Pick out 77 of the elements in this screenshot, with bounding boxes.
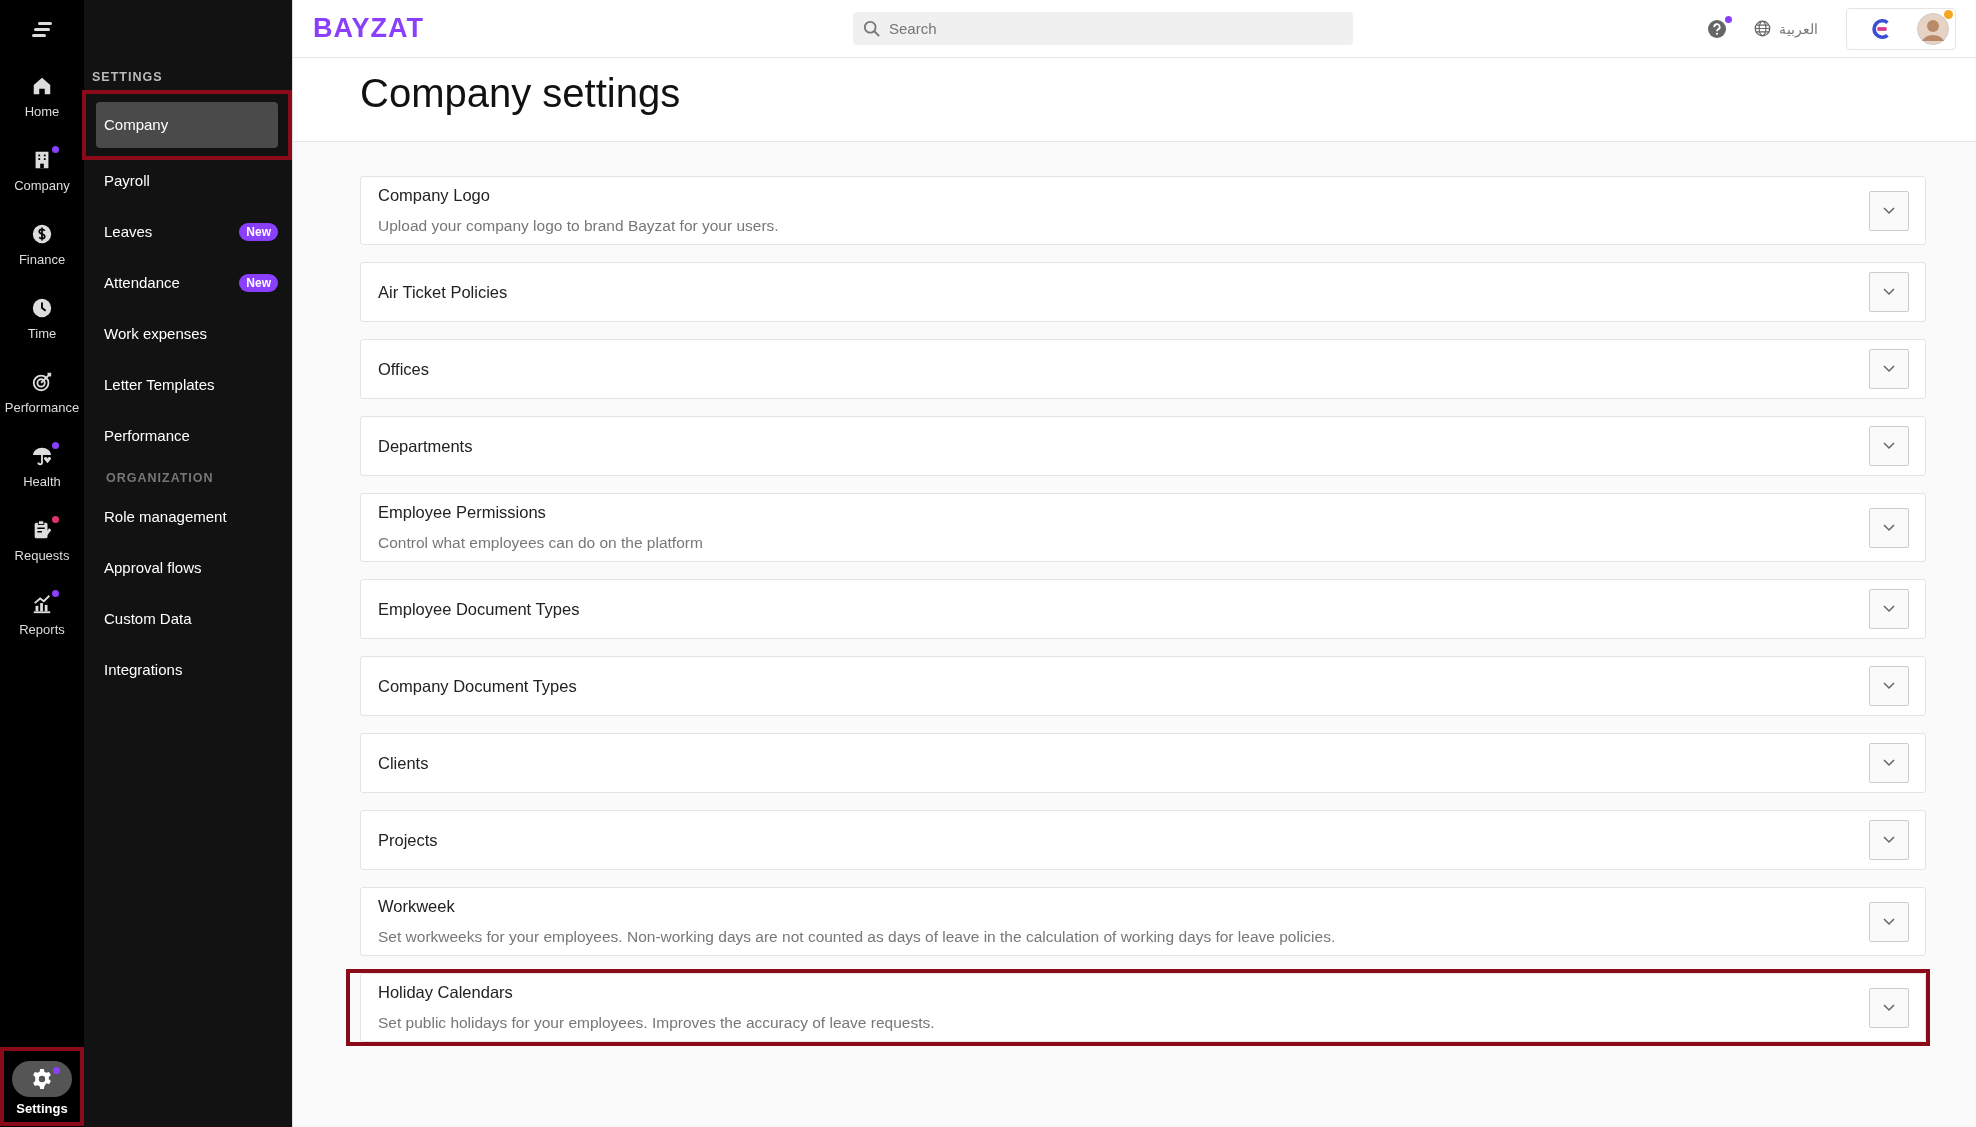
dollar-icon [31, 223, 53, 245]
chevron-icon [1883, 288, 1895, 296]
chevron-icon [1883, 1003, 1895, 1012]
new-badge: New [239, 222, 278, 241]
expand-button[interactable] [1869, 901, 1909, 942]
expand-button[interactable] [1869, 190, 1909, 231]
card-title: Employee Permissions [378, 503, 547, 522]
card-title: Holiday Calendars [378, 983, 514, 1002]
sidebar-item[interactable]: Approval flows [96, 544, 278, 591]
chevron-icon [1883, 523, 1895, 532]
chevron-icon [1883, 206, 1895, 215]
target-icon [31, 371, 53, 393]
card-title: Workweek [378, 897, 456, 916]
card-title: Offices [378, 359, 430, 379]
search-icon [863, 20, 881, 38]
home-icon [31, 75, 53, 97]
chevron-icon [1883, 836, 1895, 844]
chevron-icon [1883, 917, 1895, 926]
rail-item[interactable]: Health [0, 442, 84, 516]
rail-item[interactable]: Requests [0, 516, 84, 590]
card-description: Set public holidays for your employees. Improves the accuracy of leave requests. [378, 1014, 935, 1032]
rail-item[interactable]: Time [0, 294, 84, 368]
rail-item[interactable]: Home [0, 72, 84, 146]
expand-button[interactable] [1869, 349, 1909, 389]
chevron-icon [1883, 759, 1895, 767]
sidebar-item[interactable]: Payroll [96, 157, 278, 204]
card-description: Set workweeks for your employees. Non-working days are not counted as days of leave in the calculation of working days for leave policies. [378, 928, 1336, 946]
umbrella-heart-icon [31, 445, 53, 467]
sidebar-item[interactable]: Custom Data [96, 595, 278, 642]
sidebar-item[interactable]: Letter Templates [96, 361, 278, 408]
chart-icon [31, 593, 53, 615]
expand-button[interactable] [1869, 666, 1909, 706]
card-title: Projects [378, 830, 438, 850]
rail-item[interactable]: Finance [0, 220, 84, 294]
card-title: Company Logo [378, 186, 491, 205]
sidebar-item[interactable]: Leaves [96, 208, 240, 255]
search-field[interactable]: Search [853, 12, 1353, 45]
menu-icon[interactable] [32, 22, 52, 38]
expand-button[interactable] [1869, 987, 1909, 1028]
card-description: Upload your company logo to brand Bayzat for your users. [378, 217, 779, 235]
sidebar-item[interactable]: Company [96, 102, 278, 148]
card-title: Employee Document Types [378, 599, 580, 619]
card-title: Clients [378, 753, 429, 773]
account-switcher[interactable] [1846, 7, 1956, 50]
expand-button[interactable] [1869, 426, 1909, 466]
expand-button[interactable] [1869, 820, 1909, 860]
new-badge: New [239, 273, 278, 292]
logo[interactable]: BAYZAT [313, 13, 424, 44]
avatar [1917, 12, 1949, 45]
language-link[interactable]: العربية [1779, 20, 1818, 37]
card-title: Departments [378, 436, 473, 456]
expand-button[interactable] [1869, 507, 1909, 548]
globe-icon[interactable] [1754, 20, 1771, 37]
expand-button[interactable] [1869, 743, 1909, 783]
settings-icon [31, 1068, 53, 1090]
sidebar-item[interactable]: Performance [96, 412, 278, 459]
sidebar-item[interactable]: Attendance [96, 259, 240, 306]
expand-button[interactable] [1869, 589, 1909, 629]
chevron-icon [1883, 682, 1895, 690]
clock-icon [31, 297, 53, 319]
rail-item[interactable]: Company [0, 146, 84, 220]
rail-item[interactable]: Reports [0, 590, 84, 664]
expand-button[interactable] [1869, 272, 1909, 312]
chevron-icon [1883, 605, 1895, 613]
page-title: Company settings [360, 71, 681, 116]
chevron-icon [1883, 442, 1895, 450]
help-icon[interactable] [1708, 19, 1726, 38]
card-description: Control what employees can do on the platform [378, 534, 703, 552]
card-title: Company Document Types [378, 676, 577, 696]
section-heading: SETTINGS [92, 69, 164, 86]
card-title: Air Ticket Policies [378, 282, 508, 302]
sidebar-item[interactable]: Role management [96, 493, 278, 540]
section-heading: ORGANIZATION [105, 470, 215, 487]
chevron-icon [1883, 365, 1895, 373]
sidebar-item[interactable]: Integrations [96, 646, 278, 693]
sidebar-item[interactable]: Work expenses [96, 310, 278, 357]
rail-item[interactable]: Performance [0, 368, 84, 442]
